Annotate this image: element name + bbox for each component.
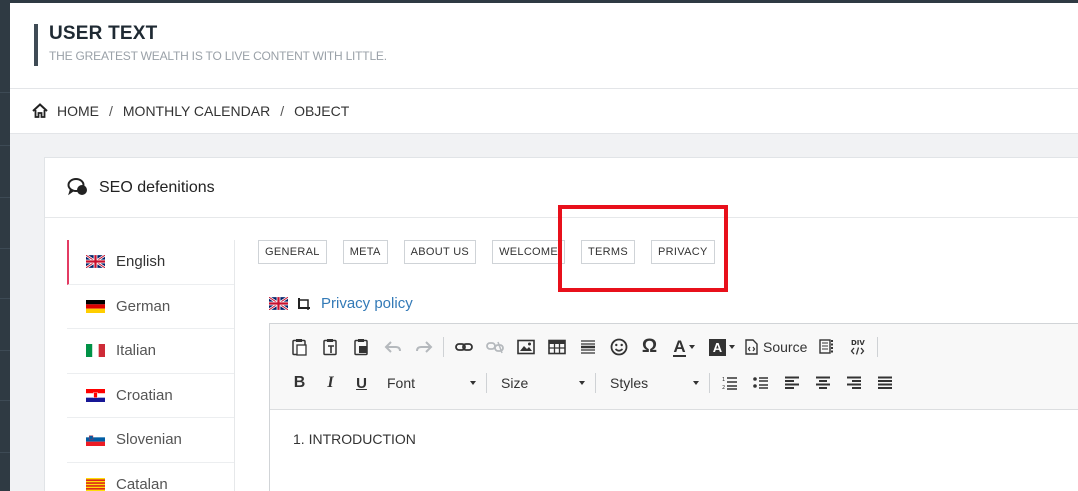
language-label: Slovenian [116, 431, 182, 449]
comments-icon [67, 177, 89, 199]
editor-content[interactable]: 1. INTRODUCTION [270, 410, 1078, 447]
croatia-flag-icon [86, 388, 105, 402]
slovenia-flag-icon [86, 433, 105, 447]
table-icon[interactable] [541, 334, 572, 360]
editor-toolbar: Ω A A Source DIV B I U Font Size Styles … [270, 324, 1078, 410]
toolbar-separator [709, 373, 710, 393]
page-title: USER TEXT [49, 23, 158, 44]
app-sidebar-strip [0, 0, 10, 491]
breadcrumb-monthly-calendar[interactable]: MONTHLY CALENDAR [123, 103, 270, 119]
chevron-down-icon [729, 345, 735, 349]
language-item-croatian[interactable]: Croatian [67, 374, 234, 418]
uk-flag-icon [85, 254, 106, 270]
uk-flag-icon [268, 296, 289, 311]
source-button[interactable]: Source [741, 339, 811, 355]
styles-dropdown-label: Styles [610, 375, 649, 391]
language-item-english[interactable]: English [67, 240, 234, 285]
font-dropdown[interactable]: Font [377, 370, 482, 396]
size-dropdown-label: Size [501, 375, 529, 391]
underline-button[interactable]: U [346, 370, 377, 396]
language-item-slovenian[interactable]: Slovenian [67, 418, 234, 463]
smiley-icon[interactable] [603, 334, 634, 360]
page-subtitle: THE GREATEST WEALTH IS TO LIVE CONTENT W… [49, 49, 387, 63]
page-header: USER TEXT THE GREATEST WEALTH IS TO LIVE… [10, 3, 1078, 89]
tab-about-us[interactable]: ABOUT US [403, 240, 477, 264]
language-label: English [116, 253, 166, 271]
create-div-icon[interactable]: DIV [842, 334, 873, 360]
language-list: English German Italian Croatian Slovenia… [67, 240, 235, 491]
tab-general[interactable]: GENERAL [258, 240, 327, 264]
rich-text-editor: Ω A A Source DIV B I U Font Size Styles … [269, 323, 1078, 491]
align-left-icon[interactable] [776, 370, 807, 396]
chevron-down-icon [693, 381, 699, 385]
language-label: Catalan [116, 475, 168, 491]
language-item-italian[interactable]: Italian [67, 329, 234, 374]
bold-button[interactable]: B [284, 370, 315, 396]
language-label: German [116, 297, 171, 315]
toolbar-separator [877, 337, 879, 357]
germany-flag-icon [86, 299, 105, 313]
styles-dropdown[interactable]: Styles [600, 370, 705, 396]
svg-text:2: 2 [722, 385, 725, 390]
text-color-label: A [673, 336, 686, 357]
chevron-down-icon [579, 381, 585, 385]
toolbar-separator [595, 373, 596, 393]
editor-title: Privacy policy [268, 295, 413, 312]
toolbar-separator [443, 337, 444, 357]
chevron-down-icon [470, 381, 476, 385]
paste-text-icon[interactable] [315, 334, 346, 360]
background-color-icon[interactable]: A [703, 334, 741, 360]
show-blocks-icon[interactable] [811, 334, 842, 360]
toolbar-separator [486, 373, 487, 393]
italic-button[interactable]: I [315, 370, 346, 396]
paste-word-icon[interactable] [346, 334, 377, 360]
breadcrumb-separator: / [280, 103, 285, 119]
tab-welcome[interactable]: WELCOME [492, 240, 566, 264]
breadcrumb-separator: / [109, 103, 113, 119]
bg-color-label: A [709, 338, 726, 356]
language-item-catalan[interactable]: Catalan [67, 463, 234, 491]
text-color-icon[interactable]: A [665, 334, 703, 360]
breadcrumb-home[interactable]: HOME [57, 103, 99, 119]
catalonia-flag-icon [86, 477, 105, 491]
title-accent-bar [34, 24, 38, 66]
align-center-icon[interactable] [807, 370, 838, 396]
language-label: Croatian [116, 386, 173, 404]
bullet-list-icon[interactable] [745, 370, 776, 396]
editor-title-text[interactable]: Privacy policy [321, 295, 413, 312]
special-char-icon[interactable]: Ω [634, 334, 665, 360]
link-icon[interactable] [448, 334, 479, 360]
paste-icon[interactable] [284, 334, 315, 360]
font-dropdown-label: Font [387, 375, 416, 391]
align-right-icon[interactable] [838, 370, 869, 396]
align-justify-icon[interactable] [869, 370, 900, 396]
crop-icon [297, 297, 311, 311]
svg-text:DIV: DIV [851, 339, 865, 347]
language-label: Italian [116, 342, 157, 360]
source-label: Source [763, 339, 808, 355]
image-icon[interactable] [510, 334, 541, 360]
size-dropdown[interactable]: Size [491, 370, 591, 396]
svg-text:1: 1 [722, 377, 725, 383]
redo-icon[interactable] [408, 334, 439, 360]
editor-paragraph: 1. INTRODUCTION [293, 431, 416, 447]
numbered-list-icon[interactable]: 12 [714, 370, 745, 396]
home-icon[interactable] [32, 103, 48, 119]
breadcrumb: HOME / MONTHLY CALENDAR / OBJECT [10, 89, 1078, 134]
undo-icon[interactable] [377, 334, 408, 360]
horizontal-line-icon[interactable] [572, 334, 603, 360]
language-item-german[interactable]: German [67, 285, 234, 329]
italy-flag-icon [86, 344, 105, 358]
chevron-down-icon [688, 345, 695, 349]
highlight-annotation [558, 205, 728, 292]
breadcrumb-object[interactable]: OBJECT [294, 103, 349, 119]
unlink-icon[interactable] [479, 334, 510, 360]
tab-meta[interactable]: META [342, 240, 388, 264]
panel-title: SEO defenitions [99, 178, 215, 196]
